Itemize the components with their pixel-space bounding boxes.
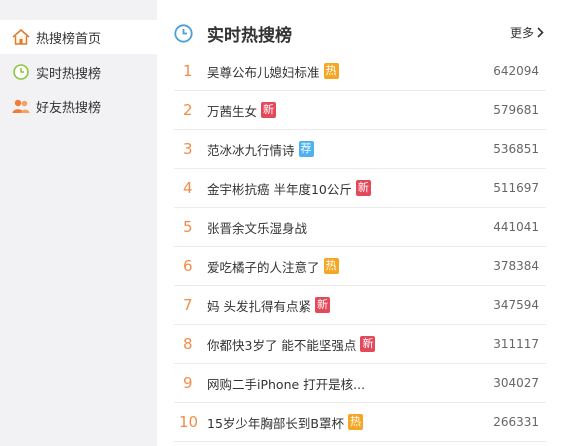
search-count: 378384: [493, 259, 539, 273]
search-count: 311117: [493, 337, 539, 351]
search-count: 511697: [493, 181, 539, 195]
hot-search-row[interactable]: 1 吴尊公布儿媳妇标准热 642094: [174, 52, 546, 91]
hot-search-row[interactable]: 7 妈 头发扎得有点紧新 347594: [174, 286, 546, 325]
rank-number: 8: [183, 335, 193, 353]
hot-search-row[interactable]: 2 万茜生女新 579681: [174, 91, 546, 130]
hot-search-keyword-link[interactable]: 妈 头发扎得有点紧: [207, 296, 311, 315]
hot-search-row[interactable]: 3 范冰冰九行情诗荐 536851: [174, 130, 546, 169]
more-link[interactable]: 更多: [510, 24, 544, 41]
hot-search-row[interactable]: 5 张晋余文乐湿身战 441041: [174, 208, 546, 247]
sidebar-item-realtime[interactable]: 实时热搜榜: [0, 55, 157, 89]
new-badge: 新: [261, 102, 277, 118]
sidebar-item-label: 实时热搜榜: [36, 66, 102, 82]
new-badge: 新: [355, 180, 371, 196]
friends-icon: [12, 97, 30, 115]
page-title: 实时热搜榜: [207, 25, 292, 46]
search-count: 441041: [493, 220, 539, 234]
home-icon: [12, 28, 30, 46]
rank-number: 4: [183, 179, 193, 197]
hot-search-page: 热搜榜首页 实时热搜榜 好友热搜榜 实时热搜榜 更多 1 吴尊公布儿媳妇标准 热…: [0, 0, 565, 446]
new-badge: 新: [360, 336, 376, 352]
hot-search-row[interactable]: 8 你都快3岁了 能不能坚强点新 311117: [174, 325, 546, 364]
hot-search-row[interactable]: 10 15岁少年胸部长到B罩杯热 266331: [174, 403, 546, 442]
rank-number: 1: [183, 62, 193, 80]
search-count: 347594: [493, 298, 539, 312]
clock-icon: [12, 63, 30, 81]
search-count: 304027: [493, 376, 539, 390]
new-badge: 新: [314, 297, 330, 313]
rank-number: 6: [183, 257, 193, 275]
hot-badge: 热: [323, 258, 339, 274]
sidebar-item-label: 热搜榜首页: [36, 31, 102, 47]
panel-header: 实时热搜榜 更多: [174, 18, 546, 48]
search-count: 642094: [493, 64, 539, 78]
search-count: 579681: [493, 103, 539, 117]
hot-search-keyword-link[interactable]: 网购二手iPhone 打开是核...: [207, 374, 365, 393]
rank-number: 10: [179, 413, 199, 431]
hot-search-keyword-link[interactable]: 15岁少年胸部长到B罩杯: [207, 413, 344, 432]
hot-search-row[interactable]: 4 金宇彬抗癌 半年度10公斤新 511697: [174, 169, 546, 208]
rank-number: 2: [183, 101, 193, 119]
search-count: 536851: [493, 142, 539, 156]
hot-search-keyword-link[interactable]: 万茜生女: [207, 101, 257, 120]
sidebar: 热搜榜首页 实时热搜榜 好友热搜榜: [0, 0, 157, 446]
hot-search-keyword-link[interactable]: 张晋余文乐湿身战: [207, 218, 307, 237]
rank-number: 5: [183, 218, 193, 236]
hot-badge: 热: [323, 63, 339, 79]
sidebar-item-hot-home[interactable]: 热搜榜首页: [0, 20, 157, 54]
search-count: 266331: [493, 415, 539, 429]
sidebar-item-label: 好友热搜榜: [36, 100, 102, 116]
hot-search-keyword-link[interactable]: 你都快3岁了 能不能坚强点: [207, 335, 356, 354]
rank-number: 9: [183, 374, 193, 392]
realtime-hot-list-panel: 实时热搜榜 更多 1 吴尊公布儿媳妇标准热 642094 2 万茜生女新 579681 3 范…: [174, 0, 546, 446]
sidebar-item-friends[interactable]: 好友热搜榜: [0, 89, 157, 123]
hot-search-row[interactable]: 6 爱吃橘子的人注意了热 378384: [174, 247, 546, 286]
hot-search-keyword-link[interactable]: 爱吃橘子的人注意了: [207, 257, 320, 276]
rank-number: 7: [183, 296, 193, 314]
hot-search-keyword-link[interactable]: 金宇彬抗癌 半年度10公斤: [207, 179, 352, 198]
hot-search-row[interactable]: 9 网购二手iPhone 打开是核... 304027: [174, 364, 546, 403]
chevron-right-icon: [537, 27, 544, 38]
hot-search-keyword-link[interactable]: 范冰冰九行情诗: [207, 140, 295, 159]
hot-search-keyword-link[interactable]: 吴尊公布儿媳妇标准: [207, 62, 320, 81]
rec-badge: 荐: [298, 141, 314, 157]
hot-search-list: 1 吴尊公布儿媳妇标准热 642094 2 万茜生女新 579681 3 范冰冰九行情诗荐 53…: [174, 52, 546, 442]
clock-icon: [174, 23, 193, 43]
rank-number: 3: [183, 140, 193, 158]
more-label: 更多: [509, 26, 534, 40]
hot-badge: 热: [347, 414, 363, 430]
